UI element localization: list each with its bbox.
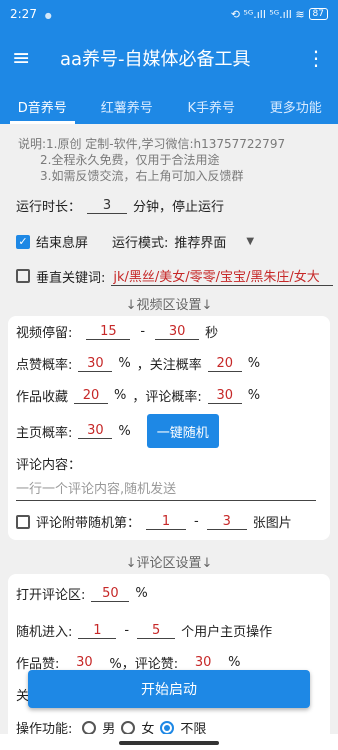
percent: % [247, 356, 261, 371]
end-screen-row: ✓ 结束息屏 运行模式: 推荐界面 ▼ [16, 232, 254, 251]
keywords-checkbox[interactable] [16, 269, 30, 283]
end-screen-checkbox[interactable]: ✓ [16, 234, 30, 249]
description: 说明:1.原创 定制-软件,学习微信:h13757722797 2.全程永久免费… [18, 136, 328, 184]
image-checkbox[interactable] [16, 514, 30, 529]
home-row: 主页概率: 30 % 一键随机 [16, 414, 219, 448]
mode-select[interactable]: 推荐界面 [174, 232, 226, 251]
image-unit: 张图片 [252, 516, 292, 531]
runtime-label: 运行时长： [16, 200, 82, 215]
comment-content-input[interactable]: 一行一个评论内容,随机发送 [16, 478, 316, 501]
percent: % [118, 356, 131, 371]
status-bar: 2:27 ● ⟲ ⁵ᴳ.ıll ⁵ᴳ.ıll ≋ 87 [0, 0, 338, 28]
runtime-row: 运行时长： 3 分钟，停止运行 [16, 196, 225, 216]
chevron-down-icon[interactable]: ▼ [246, 236, 254, 247]
battery-level: 87 [312, 9, 324, 19]
comment-section-title: ↓评论区设置↓ [125, 556, 213, 571]
comment-content-label-row: 评论内容： [16, 454, 81, 473]
app-bar: ≡ aa养号-自媒体必备工具 ⋮ [0, 28, 338, 88]
dash: - [140, 324, 146, 339]
image-label: 评论附带随机第： [36, 516, 141, 531]
dash: - [194, 514, 199, 529]
like-follow-row: 点赞概率: 30 % ，关注概率 20 % [16, 354, 261, 374]
follow-input[interactable]: 20 [207, 356, 242, 372]
comment-rate-input[interactable]: 30 [207, 388, 242, 404]
comment-rate-label: ，评论概率: [132, 390, 202, 405]
battery-icon: 87 [308, 8, 328, 20]
end-screen-label: 结束息屏 [36, 236, 89, 251]
comment-content-label: 评论内容： [16, 458, 82, 473]
status-left: 2:27 ● [10, 7, 52, 21]
follow-label: ，关注概率 [136, 358, 202, 373]
video-stay-row: 视频停留: 15 - 30 秒 [16, 322, 219, 342]
percent: % [247, 388, 261, 403]
percent: % [228, 655, 241, 670]
fav-comment-row: 作品收藏 20 % ，评论概率: 30 % [16, 386, 261, 406]
start-button[interactable]: 开始启动 [28, 670, 310, 708]
male-radio[interactable] [82, 720, 97, 735]
menu-icon[interactable]: ≡ [12, 46, 52, 71]
home-input[interactable]: 30 [78, 423, 113, 439]
tab-bar: D音养号 红薯养号 K手养号 更多功能 [0, 88, 338, 124]
percent: % [135, 586, 148, 601]
mode-label: 运行模式: [112, 236, 169, 251]
female-radio[interactable] [121, 720, 136, 735]
open-comment-input[interactable]: 50 [91, 586, 130, 602]
status-right: ⟲ ⁵ᴳ.ıll ⁵ᴳ.ıll ≋ 87 [231, 8, 328, 21]
unlimited-radio[interactable] [160, 720, 175, 735]
desc-line-3: 3.如需反馈交流，右上角可加入反馈群 [40, 169, 244, 183]
enter-label: 随机进入: [16, 625, 73, 640]
desc-line-1: 说明:1.原创 定制-软件,学习微信:h13757722797 [18, 137, 286, 151]
more-options-icon[interactable]: ⋮ [306, 46, 326, 70]
video-section-title: ↓视频区设置↓ [125, 298, 213, 313]
like-label: 点赞概率: [16, 358, 73, 373]
enter-max-input[interactable]: 5 [137, 623, 176, 639]
enter-min-input[interactable]: 1 [78, 623, 117, 639]
keywords-label: 垂直关键词: [36, 270, 106, 286]
open-comment-label: 打开评论区: [16, 588, 86, 603]
tab-more[interactable]: 更多功能 [254, 88, 338, 124]
runtime-input[interactable]: 3 [87, 198, 128, 214]
image-row: 评论附带随机第： 1 - 3 张图片 [16, 512, 292, 531]
enter-unit: 个用户主页操作 [181, 625, 273, 640]
video-stay-label: 视频停留: [16, 326, 73, 341]
fav-input[interactable]: 20 [74, 388, 109, 404]
image-max-input[interactable]: 3 [206, 514, 247, 530]
home-label: 主页概率: [16, 425, 73, 441]
signal-wifi-icons: ⟲ ⁵ᴳ.ıll ⁵ᴳ.ıll ≋ [230, 7, 305, 21]
video-stay-unit: 秒 [205, 326, 219, 341]
home-indicator[interactable] [119, 741, 219, 745]
dash: - [124, 623, 130, 638]
open-comment-row: 打开评论区: 50 % [16, 584, 148, 604]
tab-kuaishou[interactable]: K手养号 [169, 88, 254, 124]
keywords-row: 垂直关键词: jk/黑丝/美女/零零/宝宝/黑朱庄/女大 [16, 266, 334, 286]
tab-douyin[interactable]: D音养号 [0, 88, 85, 124]
random-button[interactable]: 一键随机 [146, 414, 219, 448]
like-input[interactable]: 30 [78, 356, 113, 372]
percent: % [114, 388, 127, 403]
percent: % [118, 423, 131, 439]
keywords-input[interactable]: jk/黑丝/美女/零零/宝宝/黑朱庄/女大 [111, 266, 334, 286]
fav-label: 作品收藏 [16, 390, 69, 405]
video-stay-max-input[interactable]: 30 [155, 324, 200, 340]
tab-xiaohongshu[interactable]: 红薯养号 [85, 88, 170, 124]
comment-content-placeholder: 一行一个评论内容,随机发送 [16, 482, 177, 497]
runtime-suffix: 分钟，停止运行 [133, 200, 225, 215]
enter-row: 随机进入: 1 - 5 个用户主页操作 [16, 621, 273, 641]
image-min-input[interactable]: 1 [146, 514, 187, 530]
status-time: 2:27 [10, 7, 37, 21]
work-like-input[interactable]: 30 [65, 655, 104, 671]
video-stay-min-input[interactable]: 15 [86, 324, 131, 340]
comment-like-input[interactable]: 30 [184, 655, 223, 671]
app-title: aa养号-自媒体必备工具 [60, 49, 251, 70]
notification-dot-icon: ● [44, 11, 52, 20]
desc-line-2: 2.全程永久免费，仅用于合法用途 [40, 153, 220, 167]
